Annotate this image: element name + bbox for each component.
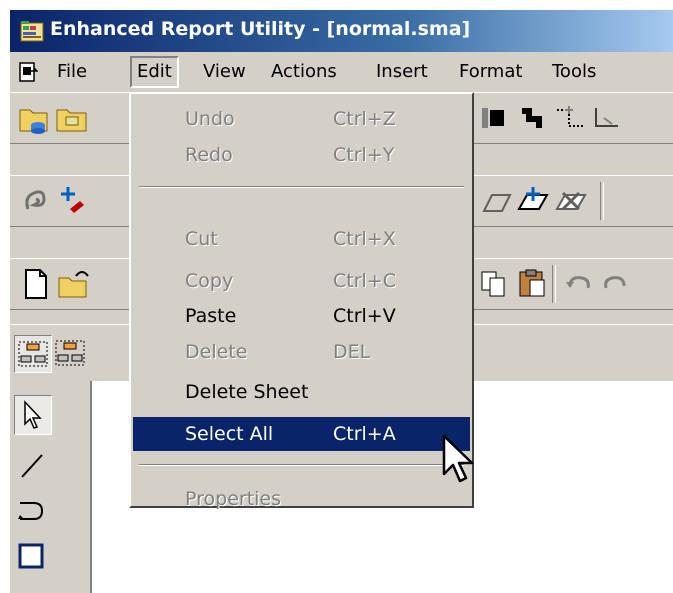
redo-icon[interactable] xyxy=(598,266,634,302)
menu-item-delete[interactable]: Delete DEL xyxy=(133,335,470,369)
loop-icon[interactable] xyxy=(18,183,54,219)
menu-item-label: Paste xyxy=(185,305,237,327)
add-node-icon[interactable] xyxy=(56,183,92,219)
menu-item-label: Select All xyxy=(185,423,274,445)
open-folder-icon[interactable] xyxy=(56,266,92,302)
open-database-icon[interactable] xyxy=(16,100,52,136)
new-document-icon[interactable] xyxy=(18,266,54,302)
toolbar-separator xyxy=(552,265,556,303)
delete-box-icon[interactable] xyxy=(553,183,589,219)
menu-item-label: Undo xyxy=(185,108,235,130)
menu-separator xyxy=(139,464,464,466)
folder-icon[interactable] xyxy=(54,100,90,136)
menu-item-label: Cut xyxy=(185,228,218,250)
screenshot-frame: Enhanced Report Utility - [normal.sma] F… xyxy=(0,0,673,593)
app-window: Enhanced Report Utility - [normal.sma] F… xyxy=(10,10,673,593)
menu-item-label: Delete Sheet xyxy=(185,381,309,403)
window-title: Enhanced Report Utility - [normal.sma] xyxy=(50,18,471,40)
menu-item-shortcut: Ctrl+X xyxy=(333,228,396,250)
menu-item-shortcut: Ctrl+V xyxy=(333,305,396,327)
menu-item-delete-sheet[interactable]: Delete Sheet xyxy=(133,375,470,409)
paste-icon[interactable] xyxy=(514,266,550,302)
view-mode-2-icon[interactable] xyxy=(52,335,88,371)
view-mode-1-icon[interactable] xyxy=(14,335,52,373)
menu-item-shortcut: Ctrl+Z xyxy=(333,108,396,130)
insert-box-icon[interactable] xyxy=(515,183,551,219)
curve-tool-icon[interactable] xyxy=(14,491,50,529)
link-icon[interactable] xyxy=(590,100,626,136)
menu-item-shortcut: Ctrl+A xyxy=(333,423,396,445)
menu-insert[interactable]: Insert xyxy=(371,58,433,86)
menu-item-properties[interactable]: Properties xyxy=(133,482,470,516)
menu-item-label: Properties xyxy=(185,488,282,510)
menu-actions[interactable]: Actions xyxy=(266,58,342,86)
title-bar[interactable]: Enhanced Report Utility - [normal.sma] xyxy=(10,10,673,52)
mouse-cursor-icon xyxy=(442,434,474,483)
menu-item-shortcut: DEL xyxy=(333,341,371,363)
step-icon[interactable] xyxy=(514,100,550,136)
undo-icon[interactable] xyxy=(560,266,596,302)
document-icon[interactable] xyxy=(18,62,38,82)
menu-item-shortcut: Ctrl+C xyxy=(333,270,396,292)
edit-shape-icon[interactable] xyxy=(478,183,514,219)
menu-item-label: Redo xyxy=(185,144,233,166)
menu-item-label: Copy xyxy=(185,270,234,292)
toolbar-separator xyxy=(600,182,604,220)
rectangle-tool-icon[interactable] xyxy=(14,535,50,573)
menu-item-shortcut: Ctrl+Y xyxy=(333,144,395,166)
menu-edit[interactable]: Edit xyxy=(130,56,179,88)
menu-item-paste[interactable]: Paste Ctrl+V xyxy=(133,299,470,333)
menu-item-cut[interactable]: Cut Ctrl+X xyxy=(133,222,470,256)
line-tool-icon[interactable] xyxy=(14,447,50,485)
pointer-tool-icon[interactable] xyxy=(14,395,52,435)
align-icon[interactable] xyxy=(476,100,512,136)
menu-item-undo[interactable]: Undo Ctrl+Z xyxy=(133,102,470,136)
app-icon xyxy=(20,21,44,42)
edit-menu-dropdown: Undo Ctrl+Z Redo Ctrl+Y Cut Ctrl+X Copy … xyxy=(129,92,474,510)
menu-item-label: Delete xyxy=(185,341,248,363)
menu-file[interactable]: File xyxy=(52,58,92,86)
copy-icon[interactable] xyxy=(476,266,512,302)
menu-item-copy[interactable]: Copy Ctrl+C xyxy=(133,264,470,298)
menu-view[interactable]: View xyxy=(198,58,251,86)
connector-icon[interactable] xyxy=(552,100,588,136)
menu-item-select-all[interactable]: Select All Ctrl+A xyxy=(133,417,470,451)
menu-item-redo[interactable]: Redo Ctrl+Y xyxy=(133,138,470,172)
menu-format[interactable]: Format xyxy=(454,58,527,86)
menu-bar: File Edit View Actions Insert Format Too… xyxy=(10,52,673,92)
menu-tools[interactable]: Tools xyxy=(547,58,601,86)
menu-separator xyxy=(139,186,464,188)
